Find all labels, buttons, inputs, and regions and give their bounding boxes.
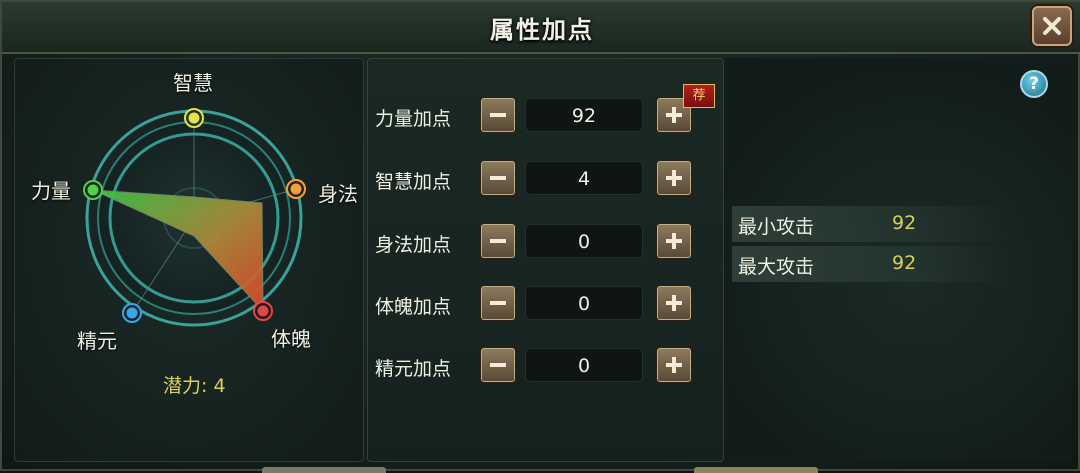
help-button[interactable]: ? — [1020, 70, 1048, 98]
alloc-label: 智慧加点 — [375, 171, 452, 193]
minus-icon — [490, 239, 506, 243]
bottom-button-stub-left[interactable] — [262, 467, 386, 473]
alloc-row-agility: 身法加点 0 — [2, 224, 722, 264]
plus-icon — [666, 357, 682, 373]
alloc-label: 精元加点 — [375, 358, 452, 380]
max-attack-value: 92 — [892, 252, 917, 274]
min-attack-label: 最小攻击 — [738, 216, 815, 238]
increase-vitality-button[interactable] — [657, 286, 691, 320]
min-attack-value: 92 — [892, 212, 917, 234]
recommend-badge: 荐 — [683, 84, 715, 108]
minus-icon — [490, 363, 506, 367]
increase-wisdom-button[interactable] — [657, 161, 691, 195]
increase-essence-button[interactable] — [657, 348, 691, 382]
close-button[interactable] — [1032, 6, 1072, 46]
agility-value-field[interactable]: 0 — [525, 224, 643, 258]
decrease-strength-button[interactable] — [481, 98, 515, 132]
max-attack-label: 最大攻击 — [738, 256, 815, 278]
minus-icon — [490, 113, 506, 117]
alloc-row-strength: 力量加点 92 — [2, 98, 722, 138]
strength-value-field[interactable]: 92 — [525, 98, 643, 132]
max-attack-row: 最大攻击 92 — [732, 246, 1012, 282]
bottom-button-stub-right[interactable] — [694, 467, 818, 473]
title-bar: 属性加点 — [2, 2, 1080, 54]
decrease-agility-button[interactable] — [481, 224, 515, 258]
window-title: 属性加点 — [490, 15, 594, 44]
attribute-window: 属性加点 智慧 身法 体魄 精元 力量 潜力: 4 ? 力量加点 92 荐 智慧… — [0, 0, 1080, 473]
minus-icon — [490, 301, 506, 305]
close-x-icon — [1043, 17, 1061, 35]
alloc-row-wisdom: 智慧加点 4 — [2, 161, 722, 201]
alloc-row-essence: 精元加点 0 — [2, 348, 722, 388]
decrease-wisdom-button[interactable] — [481, 161, 515, 195]
plus-icon — [666, 107, 682, 123]
plus-icon — [666, 170, 682, 186]
plus-icon — [666, 295, 682, 311]
alloc-label: 力量加点 — [375, 108, 452, 130]
decrease-essence-button[interactable] — [481, 348, 515, 382]
question-mark-icon: ? — [1029, 74, 1039, 94]
min-attack-row: 最小攻击 92 — [732, 206, 1012, 242]
decrease-vitality-button[interactable] — [481, 286, 515, 320]
plus-icon — [666, 233, 682, 249]
radar-label-wisdom: 智慧 — [173, 71, 213, 95]
minus-icon — [490, 176, 506, 180]
essence-value-field[interactable]: 0 — [525, 348, 643, 382]
alloc-row-vitality: 体魄加点 0 — [2, 286, 722, 326]
alloc-label: 体魄加点 — [375, 296, 452, 318]
increase-agility-button[interactable] — [657, 224, 691, 258]
alloc-label: 身法加点 — [375, 234, 452, 256]
vitality-value-field[interactable]: 0 — [525, 286, 643, 320]
wisdom-value-field[interactable]: 4 — [525, 161, 643, 195]
